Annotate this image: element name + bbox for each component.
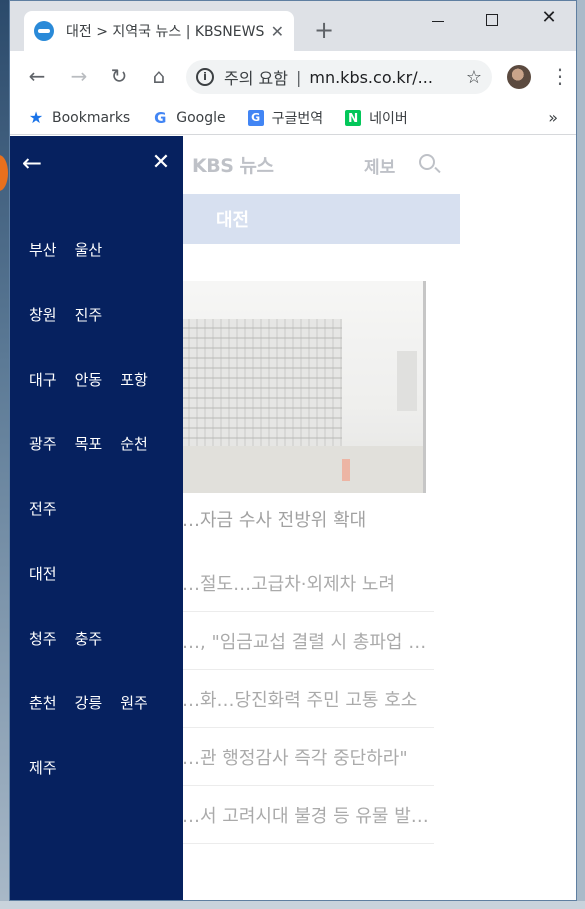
hero-building [182,319,342,449]
desktop-background-bottom [0,901,585,909]
region-link-daegu[interactable]: 대구 [29,369,57,390]
region-link-jinju[interactable]: 진주 [75,304,103,325]
maximize-icon [486,14,498,26]
region-link-daejeon[interactable]: 대전 [29,563,57,584]
active-tab[interactable]: 대전 > 지역국 뉴스 | KBSNEWS ✕ [24,11,294,51]
tab-close-icon[interactable]: ✕ [271,22,284,41]
news-list-item[interactable]: …, "임금교섭 결렬 시 총파업 … [182,612,434,670]
bookmark-label: 구글번역 [271,110,324,127]
region-link-suncheon[interactable]: 순천 [120,433,148,454]
bookmark-translate[interactable]: G 구글번역 [247,108,324,128]
maximize-button[interactable] [474,7,510,30]
region-link-wonju[interactable]: 원주 [120,692,148,713]
bookmark-bookmarks[interactable]: ★ Bookmarks [28,108,131,127]
news-list-item[interactable]: …화…당진화력 주민 고통 호소 [182,670,434,728]
region-link-mokpo[interactable]: 목포 [75,433,103,454]
desktop-background-left [0,0,9,909]
site-header: KBS 뉴스 제보 [182,136,460,192]
kbs-favicon-icon [34,21,54,41]
search-icon[interactable] [419,154,435,170]
region-title-bar: 대전 [182,194,460,244]
region-link-cheongju[interactable]: 청주 [29,628,57,649]
close-window-button[interactable]: ✕ [531,7,567,28]
region-menu-drawer: ← ✕ 부산 울산 창원 진주 대구 안동 포항 광주 목포 순천 전주 대전 … [10,136,183,900]
news-list-item[interactable]: …관 행정감사 즉각 중단하라" [182,728,434,786]
minimize-button[interactable] [420,7,456,26]
google-icon: G [154,108,167,127]
region-row: 대구 안동 포항 [29,369,166,390]
hero-tower [397,351,417,411]
drawer-back-arrow-icon[interactable]: ← [22,150,48,176]
bookmarks-bar: ★ Bookmarks G Google G 구글번역 N 네이버 » [10,101,576,135]
translate-icon: G [247,109,264,126]
region-row: 창원 진주 [29,304,120,325]
star-icon: ★ [28,108,44,127]
profile-avatar[interactable] [507,65,531,89]
address-bar[interactable]: i 주의 요함 | mn.kbs.co.kr/... ☆ [186,60,492,94]
back-button[interactable]: ← [24,63,50,89]
region-link-gangneung[interactable]: 강릉 [75,692,103,713]
region-link-busan[interactable]: 부산 [29,239,57,260]
tab-strip: 대전 > 지역국 뉴스 | KBSNEWS ✕ + ✕ [10,1,576,51]
news-list-item[interactable]: …절도…고급차·외제차 노려 [182,554,434,612]
bookmark-label: Google [176,109,226,126]
region-row: 대전 [29,563,75,584]
bookmark-naver[interactable]: N 네이버 [345,108,408,128]
bookmark-label: 네이버 [369,110,408,127]
desktop-icon-partial [0,155,8,191]
region-row: 전주 [29,498,75,519]
page-viewport: KBS 뉴스 제보 대전 …자금 수사 전방위 확대 …절도…고급차·외제차 노… [10,136,576,900]
region-link-ulsan[interactable]: 울산 [75,239,103,260]
tab-title: 대전 > 지역국 뉴스 | KBSNEWS [66,24,265,40]
region-row: 제주 [29,757,75,778]
new-tab-button[interactable]: + [314,18,334,42]
minimize-icon [432,21,444,22]
bookmark-label: Bookmarks [52,109,131,126]
region-link-chungju[interactable]: 충주 [75,628,103,649]
hero-headline[interactable]: …자금 수사 전방위 확대 [182,506,434,532]
home-button[interactable]: ⌂ [146,63,172,89]
hero-traffic-cone [342,459,350,481]
bookmark-google[interactable]: G Google [152,108,226,127]
region-title: 대전 [216,210,250,231]
news-list-item[interactable]: …서 고려시대 불경 등 유물 발… [182,786,434,844]
site-info-icon[interactable]: i [196,68,214,86]
region-link-changwon[interactable]: 창원 [29,304,57,325]
more-bookmarks-chevron-icon[interactable]: » [548,108,558,127]
region-link-chuncheon[interactable]: 춘천 [29,692,57,713]
naver-icon: N [345,109,362,126]
forward-button[interactable]: → [66,63,92,89]
security-warning-label: 주의 요함 [224,69,288,88]
region-link-gwangju[interactable]: 광주 [29,433,57,454]
browser-menu-icon[interactable]: ⋮ [550,63,570,89]
kbs-news-logo[interactable]: KBS 뉴스 [192,151,274,178]
region-row: 춘천 강릉 원주 [29,692,166,713]
region-row: 부산 울산 [29,239,120,260]
browser-window: 대전 > 지역국 뉴스 | KBSNEWS ✕ + ✕ ← → ↻ ⌂ i 주의… [9,0,577,901]
region-link-andong[interactable]: 안동 [75,369,103,390]
news-hero-image[interactable] [182,281,426,493]
region-row: 광주 목포 순천 [29,433,166,454]
region-link-jeju[interactable]: 제주 [29,757,57,778]
browser-toolbar: ← → ↻ ⌂ i 주의 요함 | mn.kbs.co.kr/... ☆ ⋮ [10,51,576,101]
report-link[interactable]: 제보 [364,153,395,178]
region-row: 청주 충주 [29,628,120,649]
hero-ground [182,446,423,493]
address-separator: | [295,67,302,87]
address-url[interactable]: mn.kbs.co.kr/... [309,68,460,87]
bookmark-star-icon[interactable]: ☆ [466,67,482,88]
reload-button[interactable]: ↻ [106,63,132,89]
region-link-jeonju[interactable]: 전주 [29,498,57,519]
region-link-pohang[interactable]: 포항 [120,369,148,390]
desktop-background-right [577,0,585,909]
drawer-close-icon[interactable]: ✕ [150,150,172,176]
